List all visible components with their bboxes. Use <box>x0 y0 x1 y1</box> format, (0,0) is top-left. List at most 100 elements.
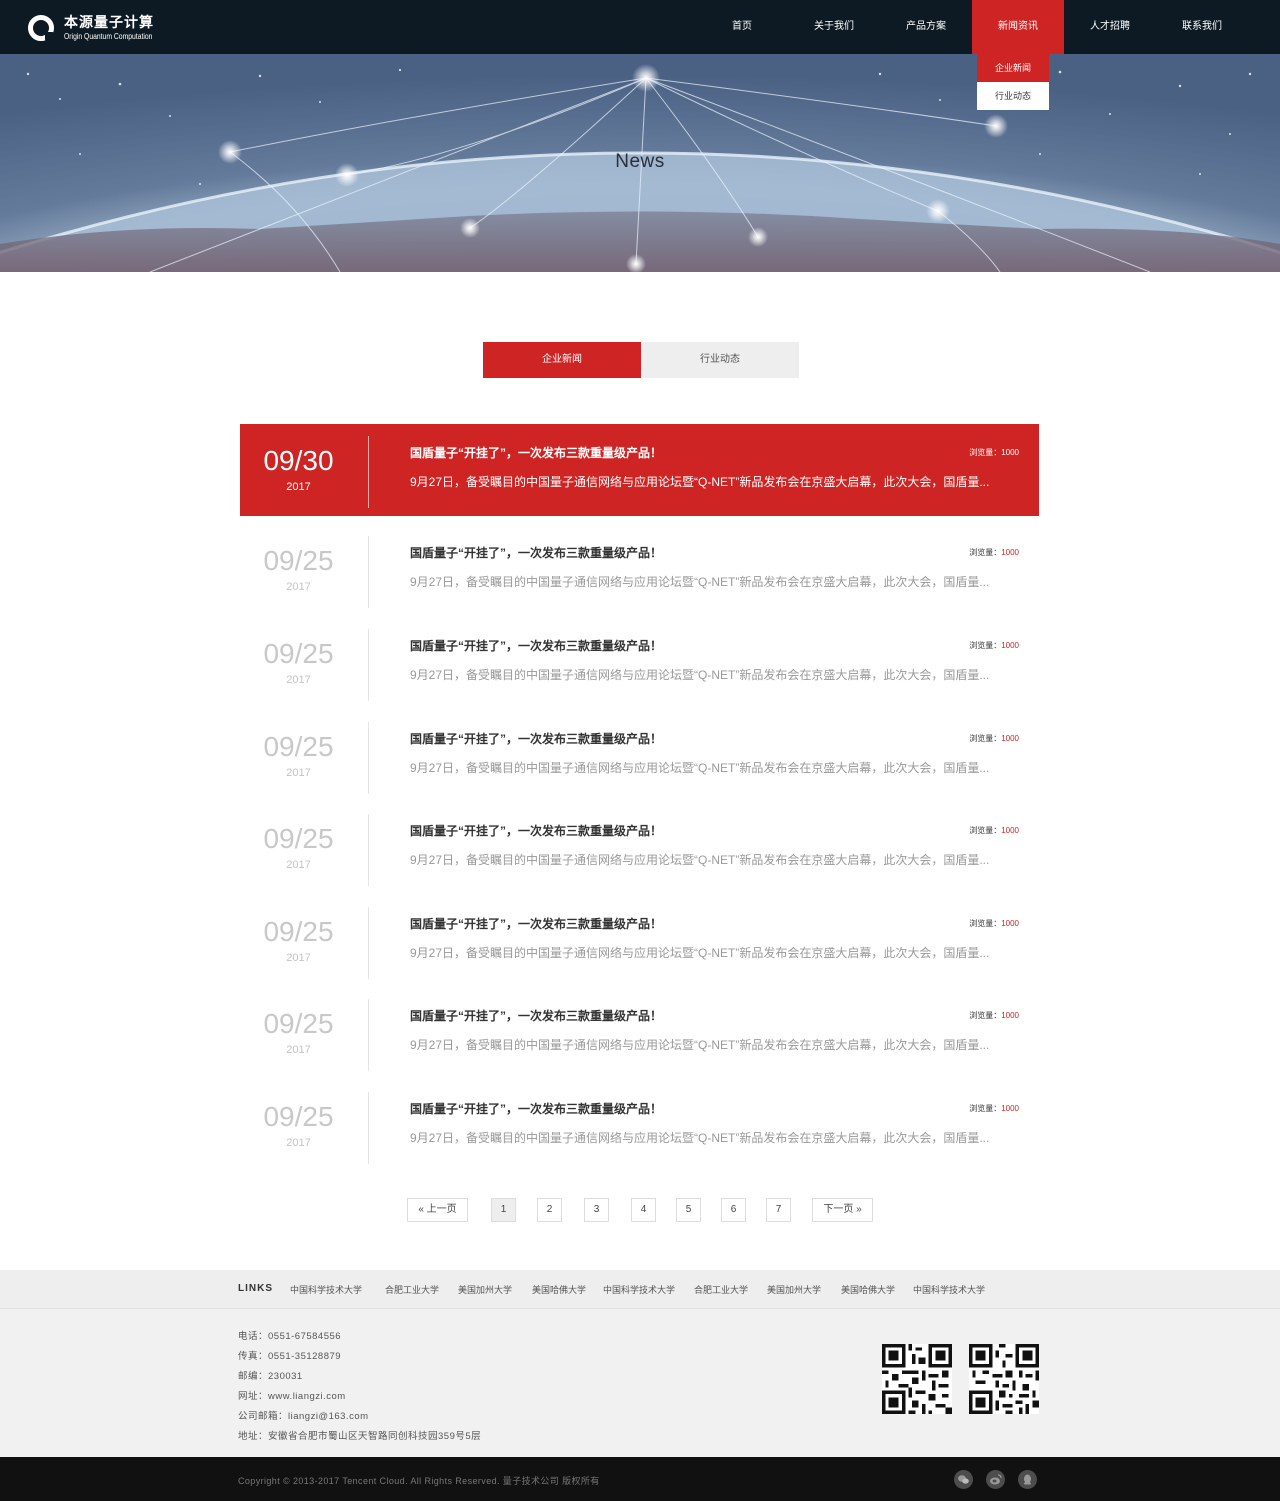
links-label: LINKS <box>238 1283 273 1294</box>
prev-page-label: 上一页 <box>426 1204 457 1215</box>
news-item[interactable]: 09/25 2017 国盾量子“开挂了”，一次发布三款重量级产品！ 9月27日，… <box>240 895 1039 987</box>
news-item[interactable]: 09/25 2017 国盾量子“开挂了”，一次发布三款重量级产品！ 9月27日，… <box>240 617 1039 709</box>
news-year: 2017 <box>286 481 311 493</box>
page-button-1[interactable]: 1 <box>491 1198 516 1222</box>
views-label: 浏览量： <box>969 1104 1002 1113</box>
news-summary: 9月27日，备受瞩目的中国量子通信网络与应用论坛暨“Q-NET”新品发布会在京盛… <box>410 575 990 589</box>
friend-link[interactable]: 合肥工业大学 <box>694 1283 748 1296</box>
site-header: 本源量子计算 Origin Quantum Computation 首页 关于我… <box>0 0 1280 54</box>
news-title[interactable]: 国盾量子“开挂了”，一次发布三款重量级产品！ <box>410 637 662 654</box>
news-divider <box>368 722 369 794</box>
news-title[interactable]: 国盾量子“开挂了”，一次发布三款重量级产品！ <box>410 544 662 561</box>
dropdown-item-industry-news[interactable]: 行业动态 <box>977 82 1049 110</box>
brand-name-en: Origin Quantum Computation <box>64 32 153 41</box>
friend-links-bar: LINKS 中国科学技术大学 合肥工业大学 美国加州大学 美国哈佛大学 中国科学… <box>0 1270 1280 1309</box>
nav-item-home[interactable]: 首页 <box>696 0 788 54</box>
news-year: 2017 <box>286 1137 311 1149</box>
news-title[interactable]: 国盾量子“开挂了”，一次发布三款重量级产品！ <box>410 730 662 747</box>
friend-link[interactable]: 中国科学技术大学 <box>290 1283 362 1296</box>
news-item[interactable]: 09/25 2017 国盾量子“开挂了”，一次发布三款重量级产品！ 9月27日，… <box>240 1080 1039 1172</box>
news-date: 09/25 2017 <box>240 822 357 871</box>
news-item[interactable]: 09/25 2017 国盾量子“开挂了”，一次发布三款重量级产品！ 9月27日，… <box>240 710 1039 802</box>
contact-email[interactable]: 公司邮箱：liangzi@163.com <box>238 1408 369 1422</box>
news-day: 09/25 <box>263 823 334 854</box>
page-button-3[interactable]: 3 <box>584 1198 609 1222</box>
nav-item-contact[interactable]: 联系我们 <box>1156 0 1248 54</box>
tab-industry-news[interactable]: 行业动态 <box>641 342 799 378</box>
news-views: 浏览量：1000 <box>969 825 1019 836</box>
friend-link[interactable]: 合肥工业大学 <box>385 1283 439 1296</box>
news-title[interactable]: 国盾量子“开挂了”，一次发布三款重量级产品！ <box>410 444 662 461</box>
friend-link[interactable]: 美国加州大学 <box>767 1283 821 1296</box>
news-item[interactable]: 09/25 2017 国盾量子“开挂了”，一次发布三款重量级产品！ 9月27日，… <box>240 524 1039 616</box>
nav-item-careers[interactable]: 人才招聘 <box>1064 0 1156 54</box>
news-summary: 9月27日，备受瞩目的中国量子通信网络与应用论坛暨“Q-NET”新品发布会在京盛… <box>410 475 990 489</box>
news-day: 09/25 <box>263 1101 334 1132</box>
dropdown-item-company-news[interactable]: 企业新闻 <box>977 54 1049 82</box>
views-count: 1000 <box>1001 548 1019 557</box>
tab-company-news[interactable]: 企业新闻 <box>483 342 641 378</box>
news-date: 09/25 2017 <box>240 915 357 964</box>
news-item-featured[interactable]: 09/30 2017 国盾量子“开挂了”，一次发布三款重量级产品！ 9月27日，… <box>240 424 1039 516</box>
friend-link[interactable]: 中国科学技术大学 <box>603 1283 675 1296</box>
next-page-button[interactable]: 下一页 » <box>812 1198 873 1222</box>
page-button-2[interactable]: 2 <box>537 1198 562 1222</box>
news-date: 09/30 2017 <box>240 444 357 493</box>
news-divider <box>368 1092 369 1164</box>
views-count: 1000 <box>1001 919 1019 928</box>
news-date: 09/25 2017 <box>240 544 357 593</box>
news-summary: 9月27日，备受瞩目的中国量子通信网络与应用论坛暨“Q-NET”新品发布会在京盛… <box>410 853 990 867</box>
nav-item-products[interactable]: 产品方案 <box>880 0 972 54</box>
news-item[interactable]: 09/25 2017 国盾量子“开挂了”，一次发布三款重量级产品！ 9月27日，… <box>240 987 1039 1079</box>
news-title[interactable]: 国盾量子“开挂了”，一次发布三款重量级产品！ <box>410 915 662 932</box>
news-summary: 9月27日，备受瞩目的中国量子通信网络与应用论坛暨“Q-NET”新品发布会在京盛… <box>410 761 990 775</box>
page-button-6[interactable]: 6 <box>721 1198 746 1222</box>
page-button-7[interactable]: 7 <box>766 1198 791 1222</box>
brand-logo[interactable]: 本源量子计算 Origin Quantum Computation <box>28 13 168 43</box>
news-day: 09/25 <box>263 916 334 947</box>
news-title[interactable]: 国盾量子“开挂了”，一次发布三款重量级产品！ <box>410 1100 662 1117</box>
views-label: 浏览量： <box>969 1011 1002 1020</box>
news-divider <box>368 629 369 701</box>
news-views: 浏览量：1000 <box>969 918 1019 929</box>
friend-link[interactable]: 美国加州大学 <box>458 1283 512 1296</box>
contact-website[interactable]: 网址：www.liangzi.com <box>238 1388 346 1402</box>
main-nav: 首页 关于我们 产品方案 新闻资讯 人才招聘 联系我们 <box>696 0 1248 54</box>
news-divider <box>368 907 369 979</box>
prev-page-button[interactable]: « 上一页 <box>407 1198 468 1222</box>
friend-link[interactable]: 美国哈佛大学 <box>532 1283 586 1296</box>
contact-postcode: 邮编：230031 <box>238 1371 303 1382</box>
news-summary: 9月27日，备受瞩目的中国量子通信网络与应用论坛暨“Q-NET”新品发布会在京盛… <box>410 668 990 682</box>
news-year: 2017 <box>286 952 311 964</box>
news-divider <box>368 436 369 508</box>
page-button-5[interactable]: 5 <box>676 1198 701 1222</box>
views-count: 1000 <box>1001 1011 1019 1020</box>
pagination: « 上一页 1 2 3 4 5 6 7 下一页 » <box>0 1198 1280 1222</box>
nav-item-about[interactable]: 关于我们 <box>788 0 880 54</box>
hero-banner: News <box>0 54 1280 272</box>
qq-icon[interactable] <box>1018 1470 1037 1489</box>
qr-code-icon <box>882 1344 952 1414</box>
news-title[interactable]: 国盾量子“开挂了”，一次发布三款重量级产品！ <box>410 822 662 839</box>
news-divider <box>368 999 369 1071</box>
weibo-icon[interactable] <box>986 1470 1005 1489</box>
news-date: 09/25 2017 <box>240 1007 357 1056</box>
next-page-label: 下一页 <box>823 1204 854 1215</box>
nav-item-news[interactable]: 新闻资讯 <box>972 0 1064 54</box>
wechat-icon[interactable] <box>954 1470 973 1489</box>
views-label: 浏览量： <box>969 734 1002 743</box>
news-dropdown-menu: 企业新闻 行业动态 <box>977 54 1049 110</box>
news-views: 浏览量：1000 <box>969 547 1019 558</box>
views-count: 1000 <box>1001 734 1019 743</box>
qr-code-icon <box>969 1344 1039 1414</box>
views-label: 浏览量： <box>969 448 1002 457</box>
page-button-4[interactable]: 4 <box>631 1198 656 1222</box>
double-chevron-left-icon: « <box>418 1204 424 1215</box>
brand-name-cn: 本源量子计算 <box>64 14 154 30</box>
news-title[interactable]: 国盾量子“开挂了”，一次发布三款重量级产品！ <box>410 1007 662 1024</box>
friend-link[interactable]: 中国科学技术大学 <box>913 1283 985 1296</box>
news-day: 09/25 <box>263 731 334 762</box>
news-item[interactable]: 09/25 2017 国盾量子“开挂了”，一次发布三款重量级产品！ 9月27日，… <box>240 802 1039 894</box>
friend-link[interactable]: 美国哈佛大学 <box>841 1283 895 1296</box>
views-label: 浏览量： <box>969 919 1002 928</box>
